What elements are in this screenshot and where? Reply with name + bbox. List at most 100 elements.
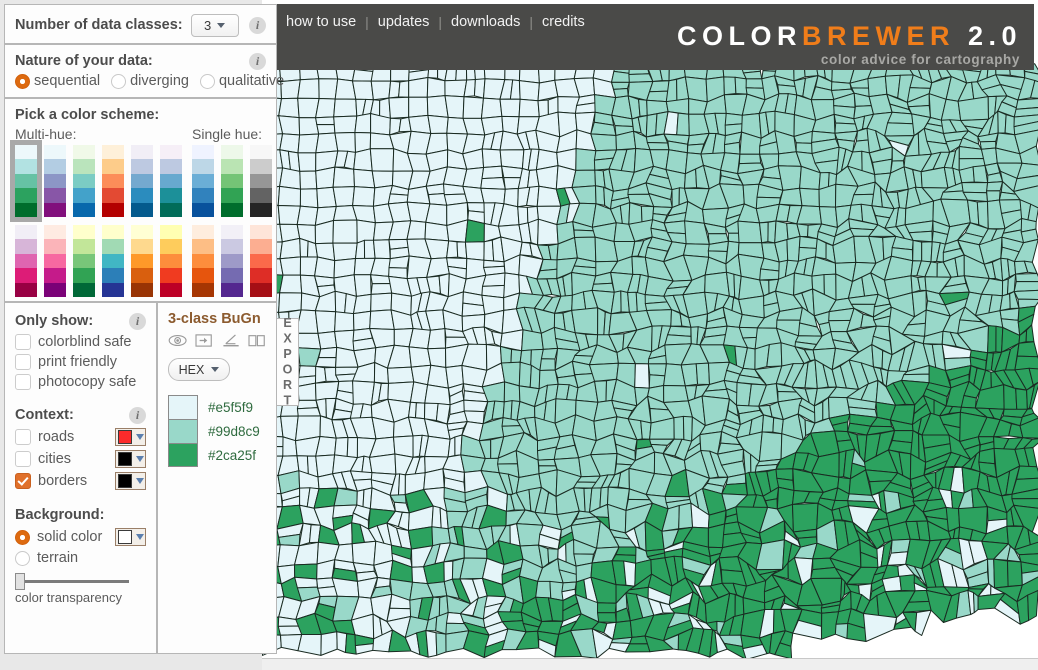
county-polygon[interactable] <box>850 193 875 207</box>
county-polygon[interactable] <box>408 114 432 134</box>
county-polygon[interactable] <box>993 558 1009 589</box>
county-polygon[interactable] <box>724 112 744 126</box>
county-polygon[interactable] <box>491 400 505 420</box>
county-polygon[interactable] <box>676 112 690 137</box>
radio-icon-diverging[interactable] <box>111 73 127 89</box>
county-polygon[interactable] <box>352 69 375 82</box>
county-polygon[interactable] <box>425 183 447 196</box>
county-polygon[interactable] <box>406 220 427 240</box>
scheme-ramp-pubugn[interactable] <box>160 145 182 217</box>
print-export-icon[interactable] <box>194 332 213 349</box>
county-polygon[interactable] <box>501 165 523 179</box>
checkbox-colorblind-safe[interactable]: colorblind safe <box>15 334 146 350</box>
county-polygon[interactable] <box>497 611 524 623</box>
county-polygon[interactable] <box>355 239 366 260</box>
county-polygon[interactable] <box>535 165 559 190</box>
county-polygon[interactable] <box>499 149 525 169</box>
info-icon[interactable]: i <box>249 16 266 34</box>
county-polygon[interactable] <box>277 185 301 207</box>
transparency-slider[interactable] <box>15 573 129 590</box>
county-polygon[interactable] <box>369 148 395 172</box>
county-polygon[interactable] <box>539 358 556 371</box>
county-polygon[interactable] <box>976 201 989 230</box>
county-polygon[interactable] <box>986 181 1004 192</box>
checkbox-icon-colorblind-safe[interactable] <box>15 334 31 350</box>
radio-icon-terrain[interactable] <box>15 550 30 566</box>
scheme-color-row[interactable]: #e5f5f9 <box>168 395 266 419</box>
county-polygon[interactable] <box>315 381 340 401</box>
scheme-ramp-purples[interactable] <box>221 224 243 297</box>
county-polygon[interactable] <box>332 219 358 244</box>
county-polygon[interactable] <box>299 188 319 209</box>
county-polygon[interactable] <box>1016 465 1038 480</box>
county-polygon[interactable] <box>1015 388 1028 411</box>
county-polygon[interactable] <box>1013 289 1038 301</box>
county-polygon[interactable] <box>369 309 395 330</box>
radio-solid-color[interactable]: solid color <box>15 528 146 546</box>
county-polygon[interactable] <box>890 538 911 554</box>
scheme-ramp-purd[interactable] <box>15 224 37 297</box>
county-polygon[interactable] <box>518 98 540 118</box>
county-polygon[interactable] <box>813 401 824 424</box>
county-polygon[interactable] <box>446 240 459 259</box>
county-polygon[interactable] <box>921 241 933 263</box>
county-polygon[interactable] <box>353 168 376 189</box>
county-polygon[interactable] <box>294 563 318 580</box>
county-polygon[interactable] <box>664 334 692 346</box>
color-picker-borders[interactable] <box>115 472 146 490</box>
county-polygon[interactable] <box>279 256 301 276</box>
county-polygon[interactable] <box>742 70 763 80</box>
county-polygon[interactable] <box>297 133 320 154</box>
county-polygon[interactable] <box>443 560 454 583</box>
radio-sequential[interactable]: sequential <box>15 73 100 89</box>
scheme-ramp-ylgnbu[interactable] <box>102 224 124 297</box>
county-polygon[interactable] <box>424 384 451 406</box>
county-polygon[interactable] <box>663 385 689 403</box>
county-polygon[interactable] <box>353 310 372 331</box>
county-polygon[interactable] <box>354 113 372 134</box>
county-polygon[interactable] <box>571 169 596 188</box>
county-polygon[interactable] <box>427 328 446 350</box>
county-polygon[interactable] <box>279 167 301 190</box>
checkbox-icon-print-friendly[interactable] <box>15 354 31 370</box>
county-polygon[interactable] <box>314 310 337 334</box>
county-polygon[interactable] <box>427 114 449 134</box>
county-polygon[interactable] <box>611 70 631 83</box>
scheme-ramp-ylgn[interactable] <box>73 224 95 297</box>
county-polygon[interactable] <box>334 437 349 458</box>
nav-link-downloads[interactable]: downloads <box>442 13 529 31</box>
county-polygon[interactable] <box>521 329 544 352</box>
county-polygon[interactable] <box>499 98 521 118</box>
county-polygon[interactable] <box>778 187 803 207</box>
county-polygon[interactable] <box>799 187 820 208</box>
county-polygon[interactable] <box>462 96 484 119</box>
county-polygon[interactable] <box>673 415 685 442</box>
county-polygon[interactable] <box>297 382 317 401</box>
county-polygon[interactable] <box>352 186 376 207</box>
county-polygon[interactable] <box>619 202 631 226</box>
county-polygon[interactable] <box>887 111 914 125</box>
checkbox-borders[interactable]: borders <box>15 472 146 490</box>
county-polygon[interactable] <box>881 575 902 593</box>
county-polygon[interactable] <box>461 302 486 317</box>
scheme-ramp-oranges[interactable] <box>192 224 214 297</box>
nav-link-credits[interactable]: credits <box>533 13 594 31</box>
county-polygon[interactable] <box>415 402 426 420</box>
county-polygon[interactable] <box>278 292 303 313</box>
county-polygon[interactable] <box>663 220 687 235</box>
county-polygon[interactable] <box>318 346 338 359</box>
county-polygon[interactable] <box>575 148 597 171</box>
scheme-ramp-bupu[interactable] <box>44 145 66 217</box>
county-polygon[interactable] <box>408 96 429 118</box>
county-polygon[interactable] <box>315 166 336 190</box>
county-polygon[interactable] <box>537 458 557 467</box>
checkbox-icon-roads[interactable] <box>15 429 31 445</box>
county-polygon[interactable] <box>296 407 321 417</box>
county-polygon[interactable] <box>867 75 888 98</box>
county-polygon[interactable] <box>370 283 393 295</box>
map-canvas[interactable] <box>262 0 1038 670</box>
scheme-ramp-pubu[interactable] <box>131 145 153 217</box>
county-polygon[interactable] <box>499 345 513 365</box>
county-polygon[interactable] <box>597 602 617 614</box>
checkbox-icon-borders[interactable] <box>15 473 31 489</box>
